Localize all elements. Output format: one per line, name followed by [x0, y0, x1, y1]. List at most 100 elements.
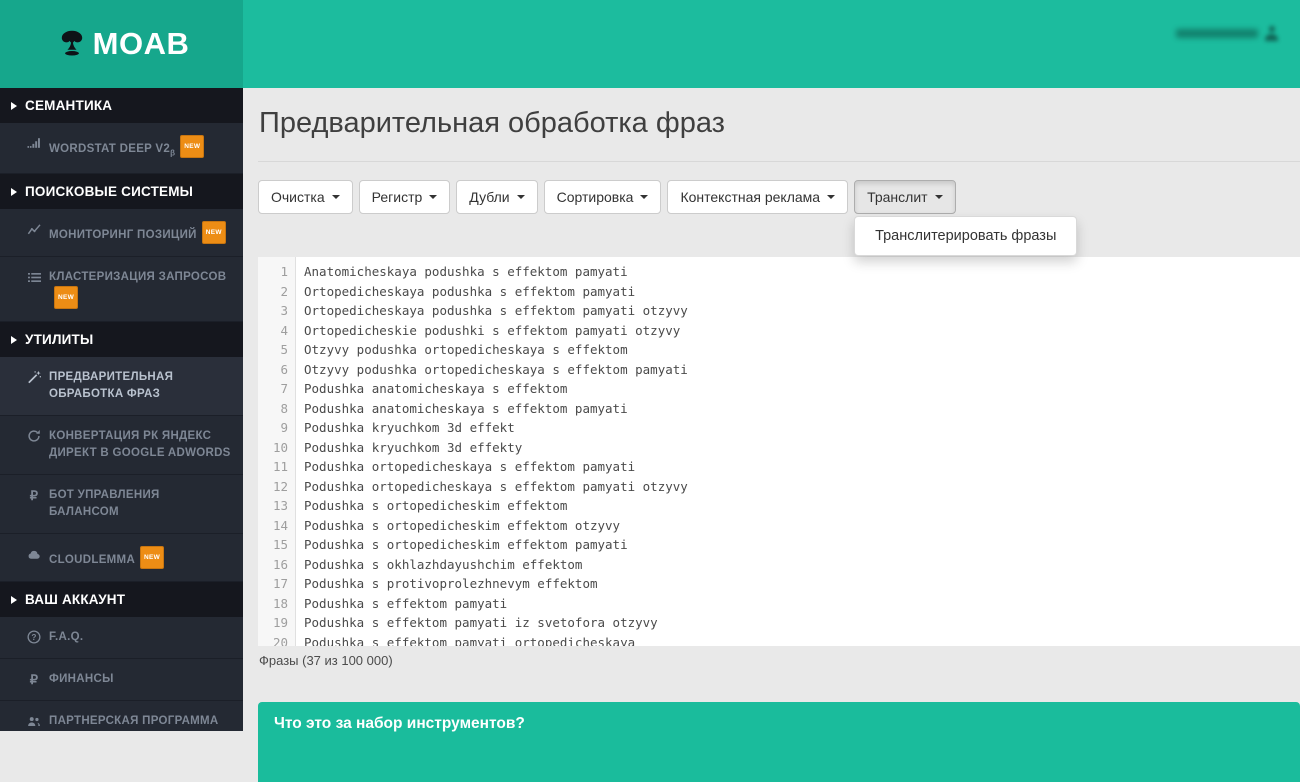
phrase-line[interactable]: Ortopedicheskaya podushka s effektom pam…: [304, 301, 1300, 321]
phrase-line[interactable]: Podushka anatomicheskaya s effektom: [304, 379, 1300, 399]
phrase-line[interactable]: Ortopedicheskaya podushka s effektom pam…: [304, 282, 1300, 302]
user-account-menu[interactable]: [1176, 26, 1278, 41]
sidebar-section-semantika[interactable]: СЕМАНТИКА: [0, 88, 243, 123]
phrase-line[interactable]: Podushka ortopedicheskaya s effektom pam…: [304, 457, 1300, 477]
magic-wand-icon: [26, 369, 42, 385]
button-label: Дубли: [469, 189, 510, 205]
triangle-right-icon: [11, 187, 17, 196]
phrases-text[interactable]: Anatomicheskaya podushka s effektom pamy…: [296, 257, 1300, 646]
sidebar-item-label: ПРЕДВАРИТЕЛЬНАЯ ОБРАБОТКА ФРАЗ: [49, 371, 174, 401]
line-number: 6: [280, 361, 288, 377]
sidebar-nav: СЕМАНТИКА WORDSTAT DEEP V2βNEW ПОИСКОВЫЕ С…: [0, 88, 243, 731]
sidebar-section-poiskovye-sistemy[interactable]: ПОИСКОВЫЕ СИСТЕМЫ: [0, 174, 243, 210]
beta-subscript: β: [170, 148, 176, 158]
new-badge: NEW: [180, 135, 205, 158]
phrase-line[interactable]: Podushka s ortopedicheskim effektom otzy…: [304, 516, 1300, 536]
caret-down-icon: [827, 195, 836, 199]
sidebar-section-label: УТИЛИТЫ: [25, 332, 94, 348]
phrase-line[interactable]: Otzyvy podushka ortopedicheskaya s effek…: [304, 340, 1300, 360]
triangle-right-icon: [11, 595, 17, 604]
line-number: 13: [272, 498, 288, 513]
sidebar-item-bot-upravleniya-balansom[interactable]: ₽ БОТ УПРАВЛЕНИЯ БАЛАНСОМ: [0, 475, 243, 535]
toolbar-group-kontekstnaya-reklama: Контекстная реклама: [667, 180, 849, 214]
line-number: 10: [272, 439, 288, 455]
sidebar-item-monitoring-pozitsiy[interactable]: МОНИТОРИНГ ПОЗИЦИЙ NEW: [0, 209, 243, 258]
toolbar-group-translit: Транслит Транслитерировать фразы: [854, 180, 1078, 256]
line-number: 9: [280, 420, 288, 435]
ochistka-dropdown-button[interactable]: Очистка: [258, 180, 353, 214]
sidebar-item-faq[interactable]: ? F.A.Q.: [0, 617, 243, 660]
list-icon: [26, 269, 42, 285]
svg-text:?: ?: [31, 632, 36, 642]
new-badge: NEW: [140, 546, 165, 570]
sidebar-item-wordstat-deep-v2[interactable]: WORDSTAT DEEP V2βNEW: [0, 123, 243, 175]
phrases-editor[interactable]: 1 2 3 4 5 6 7 8 9 10 11 12 13 14 15 16 17 18 19 20 Anatomic…: [258, 257, 1300, 646]
toolbar-group-registr: Регистр: [358, 180, 451, 214]
signal-bars-icon: [26, 135, 42, 151]
ruble-icon: ₽: [29, 671, 39, 687]
sidebar-item-cloudlemma[interactable]: CLOUDLEMMA NEW: [0, 534, 243, 583]
dropdown-item-transliterate[interactable]: Транслитерировать фразы: [855, 222, 1076, 250]
brand-name: MOAB: [92, 26, 190, 61]
phrase-line[interactable]: Otzyvy podushka ortopedicheskaya s effek…: [304, 360, 1300, 380]
sortirovka-dropdown-button[interactable]: Сортировка: [543, 180, 662, 214]
line-number: 17: [272, 576, 288, 591]
question-icon: ?: [26, 629, 42, 645]
sidebar-item-label: F.A.Q.: [49, 631, 84, 644]
phrase-line[interactable]: Podushka s effektom pamyati ortopediches…: [304, 633, 1300, 647]
main-content: Предварительная обработка фраз Очистка Ре…: [243, 88, 1300, 782]
button-label: Сортировка: [556, 189, 634, 205]
phrase-line[interactable]: Podushka s effektom pamyati: [304, 594, 1300, 614]
caret-down-icon: [429, 195, 438, 199]
sidebar-section-utility[interactable]: УТИЛИТЫ: [0, 322, 243, 358]
sidebar-item-label: ФИНАНСЫ: [49, 673, 114, 686]
phrase-line[interactable]: Ortopedicheskie podushki s effektom pamy…: [304, 321, 1300, 341]
caret-down-icon: [331, 195, 340, 199]
sidebar-item-label: WORDSTAT DEEP V2βNEW: [49, 135, 205, 161]
dubli-dropdown-button[interactable]: Дубли: [456, 180, 538, 214]
button-label: Контекстная реклама: [680, 189, 821, 205]
line-number: 2: [280, 283, 288, 299]
line-number: 18: [272, 595, 288, 611]
button-label: Очистка: [271, 189, 325, 205]
new-badge: NEW: [201, 221, 226, 245]
line-number: 4: [280, 322, 288, 338]
kontekstnaya-reklama-dropdown-button[interactable]: Контекстная реклама: [667, 180, 849, 214]
new-badge: NEW: [54, 286, 79, 310]
sidebar-item-klasterizatsiya-zaprosov[interactable]: КЛАСТЕРИЗАЦИЯ ЗАПРОСОВNEW: [0, 257, 243, 323]
phrase-line[interactable]: Podushka s effektom pamyati iz svetofora…: [304, 613, 1300, 633]
phrase-line[interactable]: Podushka s okhlazhdayushchim effektom: [304, 555, 1300, 575]
toolbar: Очистка Регистр Дубли Сортировка Контекстная…: [258, 180, 1300, 256]
translit-dropdown-menu: Транслитерировать фразы: [854, 216, 1078, 256]
sidebar-section-vash-akkaunt[interactable]: ВАШ АККАУНТ: [0, 582, 243, 618]
info-panel: Что это за набор инструментов?: [258, 702, 1300, 782]
line-number: 11: [272, 459, 288, 474]
sidebar-item-partnerskaya-programma[interactable]: ПАРТНЕРСКАЯ ПРОГРАММА: [0, 701, 243, 731]
triangle-right-icon: [11, 101, 17, 110]
phrase-line[interactable]: Podushka s protivoprolezhnevym effektom: [304, 574, 1300, 594]
sidebar-section-label: СЕМАНТИКА: [25, 98, 113, 113]
sidebar-item-predvaritelnaya-obrabotka-fraz[interactable]: ПРЕДВАРИТЕЛЬНАЯ ОБРАБОТКА ФРАЗ: [0, 357, 243, 417]
brand-logo[interactable]: MOAB: [0, 0, 243, 88]
phrase-line[interactable]: Podushka kryuchkom 3d effekty: [304, 438, 1300, 458]
line-number-gutter: 1 2 3 4 5 6 7 8 9 10 11 12 13 14 15 16 17 18 19 20: [258, 257, 296, 646]
refresh-icon: [26, 428, 42, 444]
line-number: 14: [272, 517, 288, 533]
registr-dropdown-button[interactable]: Регистр: [358, 180, 451, 214]
sidebar-section-label: ПОИСКОВЫЕ СИСТЕМЫ: [25, 184, 194, 200]
sidebar-item-label: CLOUDLEMMA NEW: [49, 546, 165, 570]
sidebar-item-finansy[interactable]: ₽ ФИНАНСЫ: [0, 659, 243, 702]
phrase-line[interactable]: Podushka anatomicheskaya s effektom pamy…: [304, 399, 1300, 419]
page-title: Предварительная обработка фраз: [259, 107, 725, 139]
phrase-line[interactable]: Podushka ortopedicheskaya s effektom pam…: [304, 477, 1300, 497]
phrase-line[interactable]: Podushka s ortopedicheskim effektom pamy…: [304, 535, 1300, 555]
sidebar-item-konvertatsiya-rk-yandex-direct-google-adwords[interactable]: КОНВЕРТАЦИЯ РК ЯНДЕКС ДИРЕКТ В GOOGLE AD…: [0, 416, 243, 476]
toolbar-group-ochistka: Очистка: [258, 180, 353, 214]
phrase-line[interactable]: Anatomicheskaya podushka s effektom pamy…: [304, 262, 1300, 282]
line-number: 5: [280, 342, 288, 357]
translit-dropdown-button[interactable]: Транслит: [854, 180, 956, 214]
phrase-line[interactable]: Podushka s ortopedicheskim effektom: [304, 496, 1300, 516]
cloud-icon: [26, 546, 42, 562]
phrase-line[interactable]: Podushka kryuchkom 3d effekt: [304, 418, 1300, 438]
sidebar-item-label: КОНВЕРТАЦИЯ РК ЯНДЕКС ДИРЕКТ В GOOGLE AD…: [49, 430, 231, 460]
